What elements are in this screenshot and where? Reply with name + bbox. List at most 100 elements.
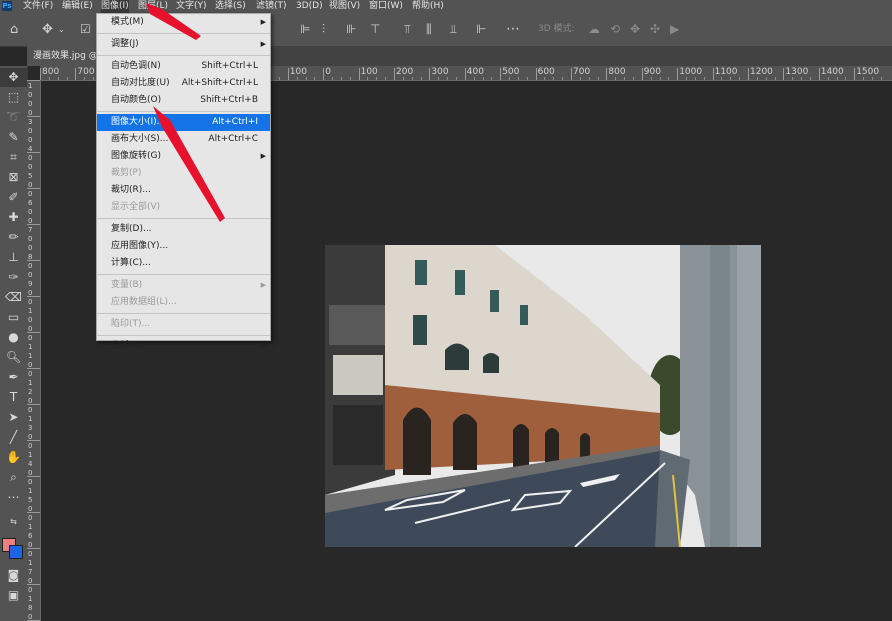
- distribute-bottom-icon[interactable]: ⫫: [450, 13, 457, 46]
- menu-3[interactable]: 图层(L): [138, 0, 168, 13]
- home-icon[interactable]: ⌂: [10, 13, 18, 46]
- swap-colors-icon[interactable]: ⇆: [0, 512, 27, 531]
- zoom-tool-icon[interactable]: ⌕: [0, 468, 27, 487]
- ruler-label: 0: [325, 67, 331, 77]
- image-menu-item[interactable]: 应用图像(Y)...: [97, 238, 270, 255]
- background-color-swatch[interactable]: [9, 545, 23, 559]
- quick-select-tool-icon[interactable]: ✎: [0, 128, 27, 147]
- auto-select-checkbox[interactable]: ☑: [80, 13, 91, 46]
- submenu-arrow-icon: ▶: [260, 342, 266, 350]
- image-menu-item: 显示全部(V): [97, 199, 270, 216]
- menu-item-label: 模式(M): [111, 17, 144, 27]
- more-tools-icon[interactable]: ⋯: [0, 488, 27, 507]
- ruler-minor-tick: [703, 77, 705, 80]
- image-menu-item[interactable]: 模式(M) ▶: [97, 14, 270, 31]
- dodge-tool-icon[interactable]: 🔍︎: [0, 348, 27, 367]
- screen-mode-icon[interactable]: ▣: [0, 586, 27, 605]
- image-menu-item[interactable]: 裁切(R)...: [97, 182, 270, 199]
- submenu-arrow-icon: ▶: [260, 152, 266, 160]
- 3d-orbit-icon[interactable]: ☁: [588, 13, 600, 46]
- image-menu-item[interactable]: 图像大小(I)... Alt+Ctrl+I: [97, 114, 270, 131]
- menu-0[interactable]: 文件(F): [23, 0, 53, 13]
- distribute-vcenter-icon[interactable]: ⫼: [426, 13, 432, 46]
- ruler-minor-tick: [597, 77, 599, 80]
- blur-tool-icon[interactable]: ●: [0, 328, 27, 347]
- history-brush-tool-icon[interactable]: ✑: [0, 268, 27, 287]
- ruler-minor-tick: [93, 77, 95, 80]
- menu-item-label: 裁剪(P): [111, 168, 142, 178]
- ruler-tick: [27, 260, 40, 261]
- align-left-icon[interactable]: ⊫: [300, 13, 310, 46]
- 3d-camera-icon[interactable]: ▶: [670, 13, 679, 46]
- 3d-slide-icon[interactable]: ✣: [650, 13, 660, 46]
- menu-item-label: 图像旋转(G): [111, 151, 161, 161]
- align-top-icon[interactable]: ⊤: [370, 13, 380, 46]
- image-menu-item[interactable]: 自动对比度(U) Alt+Shift+Ctrl+L: [97, 75, 270, 92]
- image-menu-item[interactable]: 自动色调(N) Shift+Ctrl+L: [97, 58, 270, 75]
- ruler-label: 0: [28, 406, 33, 414]
- image-menu-item[interactable]: 图像旋转(G) ▶: [97, 148, 270, 165]
- clone-stamp-tool-icon[interactable]: ⊥: [0, 248, 27, 267]
- align-hcenter-icon[interactable]: ⫶: [322, 13, 325, 46]
- lasso-tool-icon[interactable]: ➰: [0, 108, 27, 127]
- image-menu-item[interactable]: 分析(A) ▶: [97, 338, 270, 355]
- document-tab[interactable]: 漫画效果.jpg @: [27, 46, 104, 66]
- 3d-roll-icon[interactable]: ⟲: [610, 13, 620, 46]
- ruler-label: 1: [28, 595, 33, 603]
- document-image[interactable]: [325, 245, 761, 547]
- quick-mask-icon[interactable]: ◙: [0, 566, 27, 585]
- brush-tool-icon[interactable]: ✏: [0, 228, 27, 247]
- menu-2[interactable]: 图像(I): [101, 0, 129, 13]
- ruler-tick: [323, 68, 325, 80]
- ruler-label: 0: [28, 334, 33, 342]
- move-tool-icon[interactable]: ✥: [0, 68, 27, 87]
- image-menu-item[interactable]: 自动颜色(O) Shift+Ctrl+B: [97, 92, 270, 109]
- move-tool-icon[interactable]: ✥: [42, 13, 53, 46]
- 3d-mode-label: 3D 模式:: [538, 24, 575, 34]
- ruler-minor-tick: [845, 77, 847, 80]
- menu-4[interactable]: 文字(Y): [176, 0, 207, 13]
- ruler-label: 1: [28, 487, 33, 495]
- menu-item-label: 应用图像(Y)...: [111, 241, 169, 251]
- eyedropper-tool-icon[interactable]: ✐: [0, 188, 27, 207]
- path-select-tool-icon[interactable]: ➤: [0, 408, 27, 427]
- ruler-tick: [75, 68, 77, 80]
- menu-7[interactable]: 3D(D): [296, 0, 323, 13]
- ruler-minor-tick: [305, 77, 307, 80]
- healing-brush-tool-icon[interactable]: ✚: [0, 208, 27, 227]
- ruler-tick: [464, 68, 466, 80]
- ruler-label: 3: [28, 118, 33, 126]
- menu-6[interactable]: 滤镜(T): [256, 0, 287, 13]
- distribute-left-icon[interactable]: ⊩: [476, 13, 486, 46]
- crop-tool-icon[interactable]: ⌗: [0, 148, 27, 167]
- frame-tool-icon[interactable]: ⊠: [0, 168, 27, 187]
- chevron-down-icon[interactable]: ⌄: [58, 13, 65, 46]
- menu-10[interactable]: 帮助(H): [412, 0, 444, 13]
- ruler-minor-tick: [774, 77, 776, 80]
- ruler-minor-tick: [296, 77, 298, 80]
- line-tool-icon[interactable]: ╱: [0, 428, 27, 447]
- hand-tool-icon[interactable]: ✋: [0, 448, 27, 467]
- more-options-icon[interactable]: ⋯: [506, 13, 520, 46]
- pen-tool-icon[interactable]: ✒: [0, 368, 27, 387]
- align-right-icon[interactable]: ⊪: [346, 13, 356, 46]
- menu-1[interactable]: 编辑(E): [62, 0, 93, 13]
- menu-8[interactable]: 视图(V): [329, 0, 360, 13]
- ruler-label: 6: [28, 532, 33, 540]
- marquee-tool-icon[interactable]: ⬚: [0, 88, 27, 107]
- ruler-label: 1: [28, 451, 33, 459]
- image-menu-item[interactable]: 调整(J) ▶: [97, 36, 270, 53]
- gradient-tool-icon[interactable]: ▭: [0, 308, 27, 327]
- distribute-top-icon[interactable]: ⫪: [404, 13, 411, 46]
- ruler-tick: [571, 68, 572, 80]
- ruler-label: 8: [28, 604, 33, 612]
- menu-9[interactable]: 窗口(W): [369, 0, 403, 13]
- ruler-tick: [854, 68, 856, 80]
- image-menu-item[interactable]: 计算(C)...: [97, 255, 270, 272]
- image-menu-item[interactable]: 复制(D)...: [97, 221, 270, 238]
- type-tool-icon[interactable]: T: [0, 388, 27, 407]
- 3d-pan-icon[interactable]: ✥: [630, 13, 640, 46]
- eraser-tool-icon[interactable]: ⌫: [0, 288, 27, 307]
- menu-5[interactable]: 选择(S): [215, 0, 246, 13]
- image-menu-item[interactable]: 画布大小(S)... Alt+Ctrl+C: [97, 131, 270, 148]
